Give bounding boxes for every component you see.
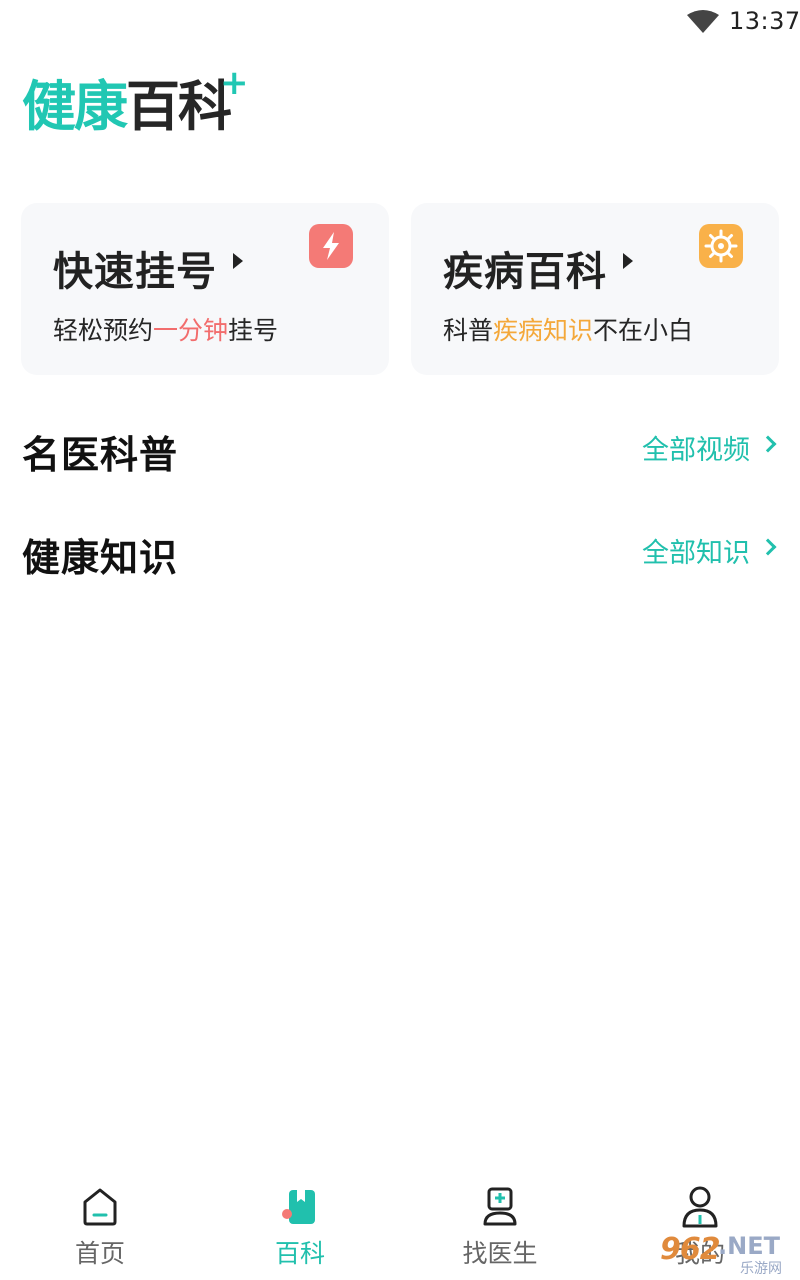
status-time: 13:37: [729, 7, 800, 35]
tab-find-doctor[interactable]: 找医生: [440, 1170, 560, 1270]
card-title: 疾病百科: [443, 249, 607, 295]
logo-plus-mark: +: [220, 63, 248, 103]
virus-icon: [699, 224, 743, 268]
tab-label: 首页: [74, 1239, 125, 1268]
card-subtitle-highlight: 一分钟: [153, 316, 229, 345]
wifi-icon: [687, 10, 719, 33]
watermark-logo: 962 .NET 乐游网: [660, 1232, 796, 1277]
logo-text-part2: 百科: [126, 75, 232, 138]
card-subtitle: 科普疾病知识不在小白: [443, 311, 693, 347]
section-title-doctor-videos: 名医科普: [22, 433, 179, 477]
tab-label: 百科: [274, 1239, 325, 1268]
card-subtitle-after: 不在小白: [593, 316, 694, 345]
tab-encyclopedia[interactable]: 百科: [240, 1170, 360, 1270]
quick-registration-card[interactable]: 快速挂号 轻松预约一分钟挂号: [21, 203, 389, 375]
card-subtitle: 轻松预约一分钟挂号: [53, 311, 278, 347]
logo-text-part1: 健康: [22, 75, 128, 138]
card-subtitle-highlight: 疾病知识: [493, 316, 594, 345]
caret-right-icon: [623, 253, 633, 269]
doctor-icon: [483, 1187, 517, 1226]
home-icon: [83, 1188, 117, 1226]
watermark-brand: 962: [660, 1232, 721, 1267]
section-title-health-knowledge: 健康知识: [22, 536, 179, 580]
card-subtitle-before: 轻松预约: [53, 316, 154, 345]
all-videos-link[interactable]: 全部视频: [642, 428, 750, 467]
caret-right-icon: [233, 253, 243, 269]
card-subtitle-before: 科普: [443, 316, 494, 345]
watermark-sub: 乐游网: [740, 1261, 782, 1277]
lightning-icon: [309, 224, 353, 268]
book-icon: [282, 1190, 315, 1224]
card-subtitle-after: 挂号: [228, 316, 279, 345]
status-bar: 13:37: [0, 0, 800, 44]
tab-home[interactable]: 首页: [40, 1170, 160, 1270]
watermark-suffix: .NET: [718, 1232, 780, 1260]
all-knowledge-link[interactable]: 全部知识: [642, 531, 750, 570]
card-title: 快速挂号: [53, 249, 217, 295]
tab-label: 找医生: [462, 1239, 538, 1268]
user-icon: [682, 1186, 718, 1228]
disease-encyclopedia-card[interactable]: 疾病百科 科普疾病知识不在小白: [411, 203, 779, 375]
chevron-right-icon[interactable]: [759, 435, 777, 453]
chevron-right-icon[interactable]: [759, 538, 777, 556]
app-logo: 健康百科 +: [22, 66, 248, 140]
